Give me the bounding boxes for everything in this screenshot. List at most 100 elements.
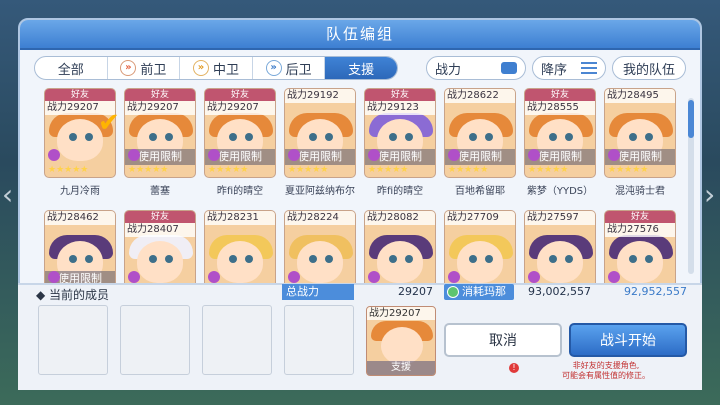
- friend-tag: 好友: [45, 89, 115, 101]
- tab-rearguard[interactable]: » 后卫: [253, 57, 326, 79]
- member-slot[interactable]: [202, 305, 272, 375]
- character-portrait: [617, 241, 663, 283]
- character-card[interactable]: 战力28231★★★★★: [204, 210, 276, 284]
- scrollbar-thumb[interactable]: [688, 100, 694, 138]
- character-eye: [309, 255, 317, 263]
- rarity-stars-icon: ★★★★★: [208, 165, 249, 175]
- member-slot[interactable]: [38, 305, 108, 375]
- order-button[interactable]: 降序: [532, 56, 606, 80]
- rearguard-icon: »: [265, 60, 282, 76]
- character-card[interactable]: 战力28495 使用限制 ★★★★★: [604, 88, 676, 178]
- character-eye: [69, 255, 77, 263]
- position-badge-icon: [528, 271, 540, 283]
- character-eye: [245, 255, 253, 263]
- tab-support[interactable]: 支援: [325, 57, 397, 79]
- character-portrait: [381, 327, 423, 365]
- character-card[interactable]: 战力28224★★★★★: [284, 210, 356, 284]
- card-power: 战力27576: [605, 223, 675, 237]
- character-eye: [389, 133, 397, 141]
- support-member-card[interactable]: 战力29207 支援: [366, 306, 436, 376]
- card-power: 战力27597: [525, 211, 595, 225]
- character-card[interactable]: 战力28462使用限制★★★★★: [44, 210, 116, 284]
- position-badge-icon: [608, 271, 620, 283]
- friend-tag: 好友: [525, 89, 595, 101]
- character-eye: [69, 133, 77, 141]
- character-eye: [645, 133, 653, 141]
- total-power-label: 总战力: [282, 284, 354, 300]
- character-owner-name: 夏亚阿兹纳布尔: [285, 186, 355, 197]
- tab-all[interactable]: 全部: [35, 57, 108, 79]
- character-eye: [245, 133, 253, 141]
- tab-vanguard-label: 前卫: [140, 62, 167, 78]
- rarity-stars-icon: ★★★★★: [368, 165, 409, 175]
- character-owner-name: 九月冷雨: [60, 186, 100, 197]
- current-members-label: ◆ 当前的成员: [36, 288, 110, 302]
- character-card[interactable]: 战力27597★★★★★: [524, 210, 596, 284]
- card-power: 战力28555: [525, 101, 595, 115]
- rarity-stars-icon: ★★★★★: [128, 165, 169, 175]
- character-eye: [149, 255, 157, 263]
- tab-support-label: 支援: [348, 62, 375, 78]
- character-card[interactable]: 战力27709★★★★★: [444, 210, 516, 284]
- character-card[interactable]: 战力28622 使用限制 ★★★★★: [444, 88, 516, 178]
- character-owner-name: 百地希留耶: [455, 186, 505, 197]
- position-badge-icon: [48, 149, 60, 161]
- character-eye: [85, 133, 93, 141]
- friend-tag: 好友: [125, 211, 195, 223]
- character-eye: [629, 255, 637, 263]
- rarity-stars-icon: ★★★★★: [288, 165, 329, 175]
- my-team-button[interactable]: 我的队伍: [612, 56, 686, 80]
- position-badge-icon: [48, 271, 60, 283]
- character-portrait: [57, 119, 103, 161]
- total-power-value: 29207: [398, 285, 433, 298]
- character-card[interactable]: 战力28082★★★★★: [364, 210, 436, 284]
- character-portrait: [217, 241, 263, 283]
- card-power: 战力28231: [205, 211, 275, 225]
- position-badge-icon: [448, 271, 460, 283]
- character-eye: [645, 255, 653, 263]
- character-eye: [549, 255, 557, 263]
- character-eye: [469, 255, 477, 263]
- tab-vanguard[interactable]: » 前卫: [108, 57, 181, 79]
- tab-midguard[interactable]: » 中卫: [180, 57, 253, 79]
- character-card[interactable]: 战力29192 使用限制 ★★★★★: [284, 88, 356, 178]
- character-card[interactable]: 好友战力28407★★★★★: [124, 210, 196, 284]
- member-slot[interactable]: [284, 305, 354, 375]
- cancel-button[interactable]: 取消: [444, 323, 562, 357]
- my-team-label: 我的队伍: [622, 62, 675, 78]
- position-badge-icon: [128, 271, 140, 283]
- friend-tag: 好友: [205, 89, 275, 101]
- vanguard-icon: »: [120, 60, 137, 76]
- card-power: 战力28407: [125, 223, 195, 237]
- card-power: 战力29192: [285, 89, 355, 103]
- card-power: 战力28082: [365, 211, 435, 225]
- sort-key-button[interactable]: 战力: [426, 56, 526, 80]
- support-power: 战力29207: [367, 307, 435, 320]
- position-badge-icon: [368, 149, 380, 161]
- character-eye: [469, 133, 477, 141]
- mana-after-value: 92,952,557: [624, 285, 687, 298]
- order-label: 降序: [541, 62, 568, 78]
- character-owner-name: 昨fi的晴空: [376, 186, 424, 197]
- position-badge-icon: [288, 149, 300, 161]
- member-slot[interactable]: [120, 305, 190, 375]
- character-card[interactable]: 好友 战力28555 使用限制 ★★★★★: [524, 88, 596, 178]
- character-eye: [229, 255, 237, 263]
- rarity-stars-icon: ★★★★★: [48, 165, 89, 175]
- character-eye: [565, 133, 573, 141]
- mana-current-value: 93,002,557: [528, 285, 591, 298]
- character-owner-name: 昨fi的晴空: [216, 186, 264, 197]
- character-card[interactable]: 好友 战力29207 使用限制 ★★★★★: [124, 88, 196, 178]
- selected-check-icon: ✔: [98, 108, 120, 138]
- friend-tag: 好友: [125, 89, 195, 101]
- start-battle-button[interactable]: 战斗开始: [569, 323, 687, 357]
- character-card[interactable]: 好友 战力29123 使用限制 ★★★★★: [364, 88, 436, 178]
- tab-all-label: 全部: [57, 62, 84, 78]
- character-card[interactable]: 好友战力27576★★★★★: [604, 210, 676, 284]
- right-arrow-icon[interactable]: ›: [704, 175, 720, 215]
- window-title: 队伍编组: [20, 20, 700, 50]
- friend-tag: 好友: [365, 89, 435, 101]
- rarity-stars-icon: ★★★★★: [608, 165, 649, 175]
- position-badge-icon: [368, 271, 380, 283]
- character-card[interactable]: 好友 战力29207 使用限制 ★★★★★: [204, 88, 276, 178]
